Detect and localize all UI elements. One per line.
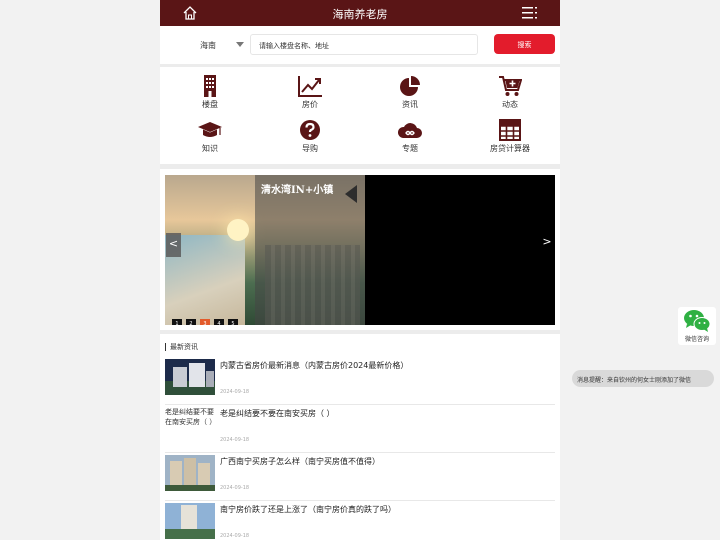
carousel-next-button[interactable]: > — [541, 235, 553, 255]
banner-slide[interactable]: 清水湾IN+小镇 < > 12345 — [165, 175, 555, 325]
news-thumbnail-alt[interactable]: 老是纠结要不要在南安买房（ ） — [165, 407, 216, 443]
news-thumbnail[interactable] — [165, 455, 215, 491]
list-item[interactable]: 老是纠结要不要在南安买房（ ） 老是纠结要不要在南安买房（ ） 2024-09-… — [165, 407, 555, 453]
cart-plus-icon — [499, 76, 522, 96]
carousel-page-1[interactable]: 1 — [172, 319, 182, 325]
search-input[interactable]: 请输入楼盘名称、地址 — [250, 34, 478, 55]
nav-label: 动态 — [502, 100, 518, 109]
news-title[interactable]: 内蒙古省房价最新消息（内蒙古房价2024最新价格） — [220, 360, 408, 371]
news-heading: 最新资讯 — [165, 343, 198, 351]
news-date: 2024-09-18 — [220, 485, 250, 491]
carousel-page-5[interactable]: 5 — [228, 319, 238, 325]
notification-toast: 消息提醒：来自钦州的何女士刚添加了微信 — [572, 370, 714, 387]
news-title[interactable]: 老是纠结要不要在南安买房（ ） — [220, 408, 335, 419]
search-button[interactable]: 搜索 — [494, 34, 555, 54]
news-date: 2024-09-18 — [220, 389, 250, 395]
caption-arrow-icon — [345, 185, 357, 203]
pie-chart-icon — [400, 76, 420, 96]
category-nav: 楼盘 房价 资讯 动态 知识 导购 专题 房贷计算器 — [160, 67, 560, 164]
nav-label: 知识 — [202, 144, 218, 153]
nav-label: 房贷计算器 — [490, 144, 530, 153]
graduation-cap-icon — [198, 122, 222, 137]
nav-item-prices[interactable]: 房价 — [260, 67, 360, 111]
page-title: 海南养老房 — [332, 8, 388, 21]
wechat-consult-button[interactable]: 微信咨询 — [678, 307, 716, 345]
nav-label: 楼盘 — [202, 100, 218, 109]
banner-sun — [227, 219, 249, 241]
carousel-page-4[interactable]: 4 — [214, 319, 224, 325]
question-icon — [300, 120, 320, 140]
line-chart-icon — [298, 76, 322, 97]
nav-item-topics[interactable]: 专题 — [360, 111, 460, 155]
city-select[interactable]: 海南 — [200, 40, 216, 51]
calculator-grid-icon — [499, 119, 521, 141]
nav-item-updates[interactable]: 动态 — [460, 67, 560, 111]
header-bar: 海南养老房 — [160, 0, 560, 26]
news-title[interactable]: 广西南宁买房子怎么样（南宁买房值不值得） — [220, 456, 380, 467]
nav-item-buildings[interactable]: 楼盘 — [160, 67, 260, 111]
banner-caption: 清水湾IN+小镇 — [261, 185, 334, 196]
news-date: 2024-09-18 — [220, 533, 250, 539]
list-item[interactable]: 内蒙古省房价最新消息（内蒙古房价2024最新价格） 2024-09-18 — [165, 359, 555, 405]
nav-label: 导购 — [302, 144, 318, 153]
wechat-label: 微信咨询 — [684, 336, 709, 343]
nav-item-mortgage-calculator[interactable]: 房贷计算器 — [460, 111, 560, 155]
wechat-icon — [684, 310, 711, 332]
nav-item-knowledge[interactable]: 知识 — [160, 111, 260, 155]
list-item[interactable]: 广西南宁买房子怎么样（南宁买房值不值得） 2024-09-18 — [165, 455, 555, 501]
nav-label: 房价 — [302, 100, 318, 109]
carousel-page-3[interactable]: 3 — [200, 319, 210, 325]
nav-label: 专题 — [402, 144, 418, 153]
carousel-prev-button[interactable]: < — [166, 233, 181, 257]
carousel-page-2[interactable]: 2 — [186, 319, 196, 325]
chevron-down-icon[interactable] — [236, 42, 244, 47]
news-date: 2024-09-18 — [220, 437, 250, 443]
infinity-cloud-icon — [398, 123, 422, 138]
search-bar: 海南 请输入楼盘名称、地址 搜索 — [160, 26, 560, 64]
news-thumbnail[interactable] — [165, 359, 215, 395]
carousel-pagination: 12345 — [172, 310, 242, 325]
nav-item-guide[interactable]: 导购 — [260, 111, 360, 155]
mobile-page: 海南养老房 海南 请输入楼盘名称、地址 搜索 楼盘 房价 资讯 动态 知识 导购… — [160, 0, 560, 540]
banner-carousel: 清水湾IN+小镇 < > 12345 — [160, 169, 560, 330]
news-section: 最新资讯 内蒙古省房价最新消息（内蒙古房价2024最新价格） 2024-09-1… — [160, 334, 560, 540]
news-title[interactable]: 南宁房价跌了还是上涨了（南宁房价真的跌了吗） — [220, 504, 396, 515]
news-thumbnail[interactable] — [165, 503, 215, 539]
building-icon — [204, 75, 216, 97]
list-item[interactable]: 南宁房价跌了还是上涨了（南宁房价真的跌了吗） 2024-09-18 — [165, 503, 555, 540]
menu-icon[interactable] — [522, 6, 538, 20]
nav-item-news[interactable]: 资讯 — [360, 67, 460, 111]
nav-label: 资讯 — [402, 100, 418, 109]
